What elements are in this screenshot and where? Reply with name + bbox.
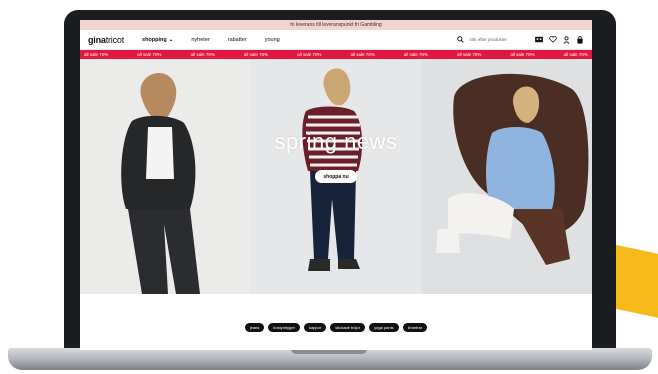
main-navigation: ginatricot shopping ⌄ nyheter rabatter y… [80, 30, 592, 50]
user-account-icon[interactable] [563, 35, 570, 44]
sale-ticker-item: all sale 70% [137, 52, 162, 57]
hero-image-denim-jacket[interactable] [80, 59, 250, 294]
sale-ticker[interactable]: all sale 70% all sale 70% all sale 70% a… [80, 50, 592, 59]
category-chip[interactable]: linnetrar [402, 323, 428, 332]
model-photo-denim-jacket [121, 72, 200, 294]
announcement-bar: fri leverans till leveranspunkt fri Gamb… [80, 20, 592, 30]
announcement-text: fri leverans till leveranspunkt fri Gamb… [290, 22, 382, 28]
sale-ticker-item: all sale 70% [457, 52, 482, 57]
nav-item-shopping[interactable]: shopping ⌄ [142, 37, 173, 43]
sale-ticker-item: all sale 70% [403, 52, 429, 57]
nav-item-rabatter[interactable]: rabatter [228, 37, 247, 43]
model-photo-blue-shirt [436, 73, 589, 265]
wishlist-heart-icon[interactable] [549, 36, 557, 43]
brand-logo[interactable]: ginatricot [88, 35, 124, 45]
sale-ticker-item: all sale 70% [350, 52, 375, 57]
sale-ticker-item: all sale 70% [297, 52, 322, 57]
nav-item-young[interactable]: young [265, 37, 280, 43]
category-chip[interactable]: jeans [244, 323, 265, 332]
website-screen: fri leverans till leveranspunkt fri Gamb… [80, 20, 592, 350]
category-chips: jeans kostymtyger kappor stickade tröjor… [80, 323, 592, 332]
sale-ticker-item: all sale 70% [190, 52, 215, 57]
sale-ticker-item: all sale 70% [563, 52, 588, 57]
sale-ticker-item: all sale 70% [84, 52, 109, 57]
shop-now-button[interactable]: shoppa nu [315, 170, 357, 183]
search-placeholder: sök efter produkter [469, 37, 507, 42]
category-chip[interactable]: yoga pants [369, 323, 399, 332]
search-icon[interactable] [457, 36, 465, 43]
hero-banner[interactable]: spring news shoppa nu [80, 59, 592, 294]
nav-item-nyheter[interactable]: nyheter [191, 37, 209, 43]
category-chip[interactable]: stickade tröjor [330, 323, 366, 332]
hero-image-blue-shirt[interactable] [422, 59, 592, 294]
category-chip[interactable]: kostymtyger [268, 323, 300, 332]
shopping-bag-icon[interactable] [576, 35, 584, 44]
hero-title: spring news [274, 129, 398, 154]
chevron-down-icon: ⌄ [168, 36, 174, 43]
sale-ticker-item: all sale 70% [243, 52, 269, 57]
search-bar[interactable]: sök efter produkter [457, 36, 507, 43]
store-icon[interactable] [535, 36, 543, 43]
sale-ticker-item: all sale 70% [510, 52, 535, 57]
category-chip[interactable]: kappor [303, 323, 327, 332]
account-icons [535, 35, 584, 44]
